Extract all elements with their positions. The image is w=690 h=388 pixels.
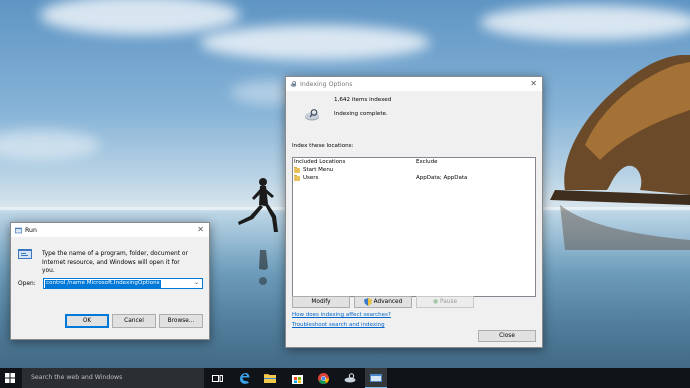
location-name: Users [303, 175, 319, 181]
location-name: Start Menu [303, 167, 334, 173]
runner-image [238, 178, 278, 285]
search-placeholder: Search the web and Windows [31, 374, 123, 381]
task-view-icon[interactable] [210, 371, 224, 385]
list-item[interactable]: Users [294, 174, 319, 181]
advanced-button[interactable]: Advanced [354, 296, 412, 308]
indexing-app-icon [290, 80, 297, 87]
items-indexed-count: 1,642 items indexed [334, 97, 392, 103]
column-included-locations: Included Locations [294, 159, 346, 165]
cloud [200, 25, 430, 60]
run-app-icon[interactable] [365, 368, 387, 388]
run-app-icon [15, 227, 22, 233]
close-button[interactable]: Close [478, 330, 536, 342]
run-title-bar[interactable]: Run ✕ [11, 223, 209, 237]
open-combobox[interactable]: control /name Microsoft.IndexingOptions … [43, 278, 203, 289]
cloud [480, 5, 690, 40]
store-icon[interactable] [290, 371, 304, 385]
folder-icon [294, 174, 300, 181]
troubleshoot-link[interactable]: Troubleshoot search and indexing [292, 322, 385, 328]
list-item[interactable]: Start Menu [294, 166, 334, 173]
run-dialog: Run ✕ Type the name of a program, folder… [10, 222, 210, 340]
help-indexing-link[interactable]: How does indexing affect searches? [292, 312, 391, 318]
advanced-label: Advanced [373, 299, 403, 305]
close-icon[interactable]: ✕ [197, 225, 204, 235]
open-label: Open: [18, 281, 36, 287]
run-description: Type the name of a program, folder, docu… [42, 251, 188, 274]
windows-start-icon[interactable] [3, 371, 17, 385]
column-exclude: Exclude [416, 159, 438, 165]
run-program-icon [18, 249, 32, 259]
taskbar-search-box[interactable]: Search the web and Windows [22, 368, 204, 388]
indexing-app-icon[interactable] [343, 371, 357, 385]
browse-button[interactable]: Browse... [159, 314, 203, 328]
indexing-status: Indexing complete. [334, 111, 388, 117]
cancel-button[interactable]: Cancel [112, 314, 156, 328]
cloud [0, 130, 100, 160]
indexing-status-icon [305, 109, 319, 121]
run-title: Run [25, 226, 37, 234]
modify-button[interactable]: Modify [292, 296, 350, 308]
cloud [40, 0, 240, 35]
pause-icon: ● [432, 299, 438, 305]
indexing-title-bar[interactable]: Indexing Options ✕ [286, 77, 542, 91]
shield-icon [363, 298, 372, 306]
indexing-options-dialog: Indexing Options ✕ 1,642 items indexed I… [285, 76, 543, 348]
edge-icon[interactable] [237, 371, 251, 385]
folder-icon [294, 166, 300, 173]
location-exclude: AppData; AppData [416, 175, 468, 181]
locations-list[interactable]: Included Locations Exclude Start Menu Us… [292, 157, 536, 297]
close-icon[interactable]: ✕ [530, 79, 537, 89]
chevron-down-icon[interactable]: ⌄ [194, 279, 199, 286]
ok-button[interactable]: OK [65, 314, 109, 328]
command-input[interactable]: control /name Microsoft.IndexingOptions [45, 280, 161, 288]
locations-label: Index these locations: [292, 143, 354, 149]
file-explorer-icon[interactable] [263, 371, 277, 385]
rock-arch-image [550, 55, 690, 250]
chrome-icon[interactable] [316, 371, 330, 385]
pause-button[interactable]: ● Pause [416, 296, 474, 308]
taskbar: Search the web and Windows [0, 368, 690, 388]
pause-label: Pause [440, 299, 458, 305]
indexing-title: Indexing Options [300, 80, 353, 88]
